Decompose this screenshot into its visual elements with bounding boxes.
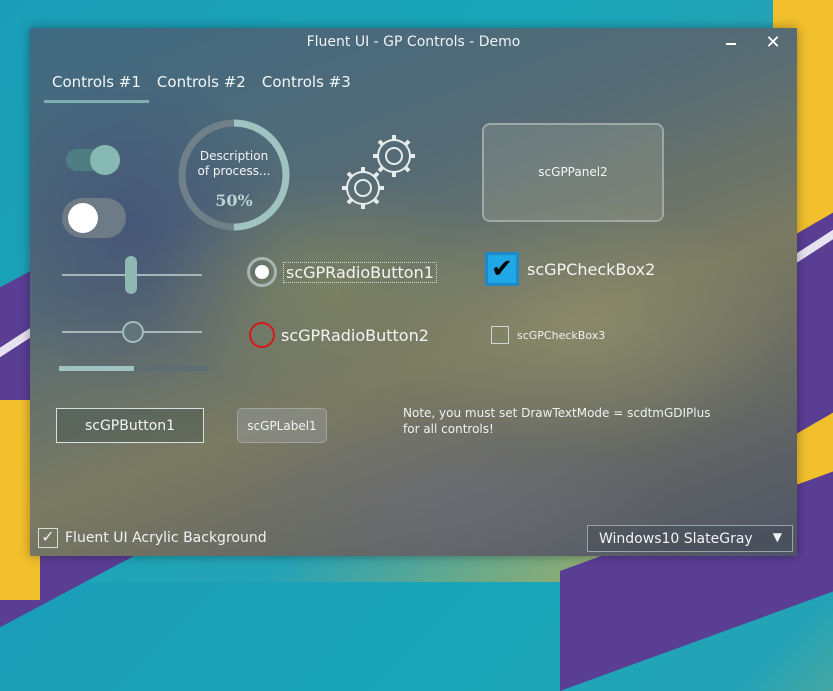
slider-thumb[interactable] [125,256,137,294]
progress-bar [59,366,209,371]
tab-bar: Controls #1 Controls #2 Controls #3 [44,72,359,103]
acrylic-background-label[interactable]: Fluent UI Acrylic Background [65,530,267,546]
slider-thumb[interactable] [122,321,144,343]
checkbox-3[interactable]: scGPCheckBox3 [491,326,605,344]
tab-controls-2[interactable]: Controls #2 [149,72,254,100]
note-text: Note, you must set DrawTextMode = scdtmG… [403,406,711,436]
radio-button-1[interactable]: scGPRadioButton1 [247,257,437,287]
style-select[interactable]: Windows10 SlateGray ▼ [587,525,793,552]
checkbox-2-label[interactable]: scGPCheckBox2 [527,260,655,279]
checkbox-box[interactable]: ✓ [38,528,58,548]
close-icon[interactable]: ✕ [760,32,786,54]
radio-button-1-label[interactable]: scGPRadioButton1 [283,261,437,283]
radio-dot [255,265,269,279]
radio-button-2[interactable]: scGPRadioButton2 [249,322,429,348]
checkbox-box[interactable]: ✔ [485,252,519,286]
checkmark-icon: ✓ [41,527,55,546]
minimize-icon[interactable] [718,32,744,54]
panel-2-label: scGPPanel2 [538,165,608,179]
gp-button-1[interactable]: scGPButton1 [56,408,204,443]
radio-circle[interactable] [247,257,277,287]
checkbox-box[interactable] [491,326,509,344]
round-thumb-slider[interactable] [62,321,202,343]
toggle-switch-1[interactable] [66,145,120,175]
checkmark-icon: ✔ [491,254,513,284]
circular-progress-description: Description of process... [197,149,271,178]
toggle-knob [68,203,98,233]
acrylic-background-checkbox[interactable]: ✓ Fluent UI Acrylic Background [38,528,267,548]
title-bar[interactable]: Fluent UI - GP Controls - Demo ✕ [30,28,797,58]
tab-controls-3[interactable]: Controls #3 [254,72,359,100]
toggle-knob [90,145,120,175]
gp-label-1: scGPLabel1 [237,408,327,443]
radio-circle[interactable] [249,322,275,348]
progress-fill [59,366,134,371]
circular-progress-value: 50% [215,191,253,210]
window-title: Fluent UI - GP Controls - Demo [306,34,521,50]
toggle-switch-2[interactable] [62,198,126,238]
style-select-value: Windows10 SlateGray [599,531,753,547]
radio-button-2-label[interactable]: scGPRadioButton2 [281,326,429,345]
checkbox-3-label[interactable]: scGPCheckBox3 [517,329,605,342]
panel-2: scGPPanel2 [482,123,664,222]
vertical-thumb-slider[interactable] [62,256,202,294]
tab-controls-1[interactable]: Controls #1 [44,72,149,103]
app-window: Fluent UI - GP Controls - Demo ✕ Control… [30,28,797,556]
checkbox-2[interactable]: ✔ scGPCheckBox2 [485,252,655,286]
chevron-down-icon[interactable]: ▼ [773,530,782,544]
gears-icon [342,135,415,209]
